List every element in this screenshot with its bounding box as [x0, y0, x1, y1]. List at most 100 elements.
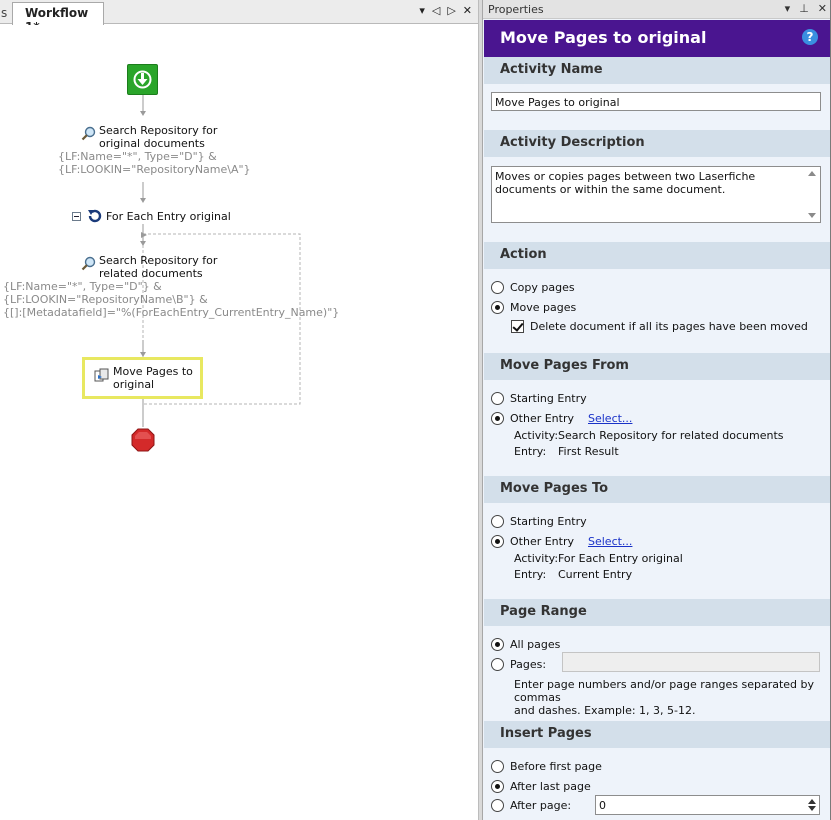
search-condition: {LF:Name="*", Type="D"} & {LF:LOOKIN="Re…: [3, 280, 339, 319]
radio-label: After last page: [510, 779, 591, 793]
radio-button[interactable]: [491, 300, 504, 314]
section-move-pages-to: Move Pages To: [484, 476, 830, 503]
tab-scroll-left-icon[interactable]: ◁: [432, 4, 440, 18]
radio-button[interactable]: [491, 779, 504, 793]
radio-label: Copy pages: [510, 280, 575, 294]
radio-label: Starting Entry: [510, 514, 587, 528]
radio-button[interactable]: [491, 798, 504, 812]
radio-label: All pages: [510, 637, 561, 651]
radio-copy-pages[interactable]: Copy pages: [491, 279, 575, 295]
radio-from-other-entry[interactable]: Other Entry Select...: [491, 410, 632, 426]
select-from-entry-link[interactable]: Select...: [588, 412, 632, 425]
activity-description-textarea[interactable]: Moves or copies pages between two Laserf…: [491, 166, 821, 223]
from-activity-info: Activity:Search Repository for related d…: [514, 429, 784, 442]
activity-for-each-entry[interactable]: For Each Entry original: [106, 210, 231, 223]
search-repository-icon: [81, 256, 97, 272]
radio-after-last-page[interactable]: After last page: [491, 778, 591, 794]
move-pages-icon: [94, 368, 110, 384]
activity-title-line: Search Repository for: [99, 254, 218, 267]
to-entry-info: Entry: Current Entry: [514, 568, 632, 581]
close-panel-icon[interactable]: ✕: [818, 2, 827, 15]
search-repository-icon: [81, 126, 97, 142]
section-page-range: Page Range: [484, 599, 830, 626]
radio-pages[interactable]: Pages:: [491, 656, 546, 672]
info-value: Current Entry: [558, 568, 633, 581]
info-value: First Result: [558, 445, 619, 458]
document-tabstrip: s Workflow 1* ▾ ◁ ▷ ✕: [0, 0, 478, 34]
info-key: Entry:: [514, 568, 547, 581]
search-condition: {LF:Name="*", Type="D"} & {LF:LOOKIN="Re…: [58, 150, 251, 176]
condition-line: {[]:[Metadatafield]="%(ForEachEntry_Curr…: [3, 306, 340, 319]
activity-header: Move Pages to original ?: [484, 20, 830, 57]
radio-label: Other Entry: [510, 411, 574, 425]
radio-button[interactable]: [491, 637, 504, 651]
activity-search-original[interactable]: Search Repository for original documents: [99, 124, 217, 150]
radio-to-other-entry[interactable]: Other Entry Select...: [491, 533, 632, 549]
checkbox-label: Delete document if all its pages have be…: [530, 319, 808, 333]
condition-line: {LF:LOOKIN="RepositoryName\B"} &: [3, 293, 208, 306]
radio-button[interactable]: [491, 759, 504, 773]
tab-list-dropdown-icon[interactable]: ▾: [419, 4, 425, 18]
radio-label: Other Entry: [510, 534, 574, 548]
radio-from-starting-entry[interactable]: Starting Entry: [491, 390, 587, 406]
activity-search-related[interactable]: Search Repository for related documents: [99, 254, 217, 280]
checkbox-delete-document[interactable]: Delete document if all its pages have be…: [511, 318, 808, 334]
info-key: Activity:: [514, 429, 559, 442]
radio-after-page[interactable]: After page:: [491, 797, 571, 813]
radio-label: After page:: [510, 798, 572, 812]
end-node-icon[interactable]: [131, 428, 155, 452]
stepper-arrows-icon[interactable]: [806, 797, 818, 813]
radio-button[interactable]: [491, 534, 504, 548]
section-insert-pages: Insert Pages: [484, 721, 830, 748]
for-each-loop-icon: [87, 208, 103, 224]
tab-scroll-right-icon[interactable]: ▷: [447, 4, 455, 18]
radio-button[interactable]: [491, 411, 504, 425]
hint-line: Enter page numbers and/or page ranges se…: [514, 678, 815, 704]
hint-line: and dashes. Example: 1, 3, 5-12.: [514, 704, 696, 717]
radio-label: Starting Entry: [510, 391, 587, 405]
radio-to-starting-entry[interactable]: Starting Entry: [491, 513, 587, 529]
section-action: Action: [484, 242, 830, 269]
radio-label: Pages:: [510, 657, 547, 671]
section-move-pages-from: Move Pages From: [484, 353, 830, 380]
radio-button[interactable]: [491, 280, 504, 294]
condition-line: {LF:LOOKIN="RepositoryName\A"}: [58, 163, 251, 176]
radio-button[interactable]: [491, 657, 504, 671]
tab-workflow-1[interactable]: Workflow 1*: [12, 2, 104, 34]
description-text: Moves or copies pages between two Laserf…: [495, 170, 756, 196]
workflow-canvas[interactable]: Search Repository for original documents…: [0, 25, 478, 820]
checkbox[interactable]: [511, 319, 524, 333]
activity-name-input[interactable]: Move Pages to original: [491, 92, 821, 111]
properties-titlebar: Properties ▾ ⊥ ✕: [483, 0, 830, 19]
radio-move-pages[interactable]: Move pages: [491, 299, 576, 315]
info-value: Search Repository for related documents: [558, 429, 784, 442]
start-node-icon[interactable]: [127, 64, 158, 95]
info-key: Entry:: [514, 445, 547, 458]
radio-label: Move pages: [510, 300, 577, 314]
radio-label: Before first page: [510, 759, 602, 773]
activity-title-line: original: [113, 378, 155, 391]
help-icon[interactable]: ?: [802, 29, 818, 45]
radio-button[interactable]: [491, 391, 504, 405]
tab-previous[interactable]: s: [0, 3, 10, 24]
radio-button[interactable]: [491, 514, 504, 528]
activity-title-line: Move Pages to: [113, 365, 193, 378]
activity-header-title: Move Pages to original: [500, 28, 707, 47]
after-page-stepper[interactable]: 0: [595, 795, 820, 815]
to-activity-info: Activity:For Each Entry original: [514, 552, 683, 565]
close-tab-icon[interactable]: ✕: [463, 4, 472, 18]
page-range-hint: Enter page numbers and/or page ranges se…: [514, 678, 830, 717]
description-scrollbar[interactable]: [806, 169, 818, 220]
select-to-entry-link[interactable]: Select...: [588, 535, 632, 548]
radio-all-pages[interactable]: All pages: [491, 636, 560, 652]
pin-icon[interactable]: ⊥: [799, 2, 809, 15]
panel-controls: ▾ ⊥ ✕: [785, 2, 827, 15]
pages-input[interactable]: [562, 652, 820, 672]
activity-title: Move Pages to original: [113, 365, 193, 391]
info-key: Activity:: [514, 552, 559, 565]
activity-move-pages-selected[interactable]: Move Pages to original: [82, 357, 203, 399]
radio-before-first-page[interactable]: Before first page: [491, 758, 602, 774]
panel-dropdown-icon[interactable]: ▾: [785, 2, 791, 15]
properties-panel: Properties ▾ ⊥ ✕ Move Pages to original …: [482, 0, 831, 820]
collapse-loop-icon[interactable]: [72, 212, 81, 221]
